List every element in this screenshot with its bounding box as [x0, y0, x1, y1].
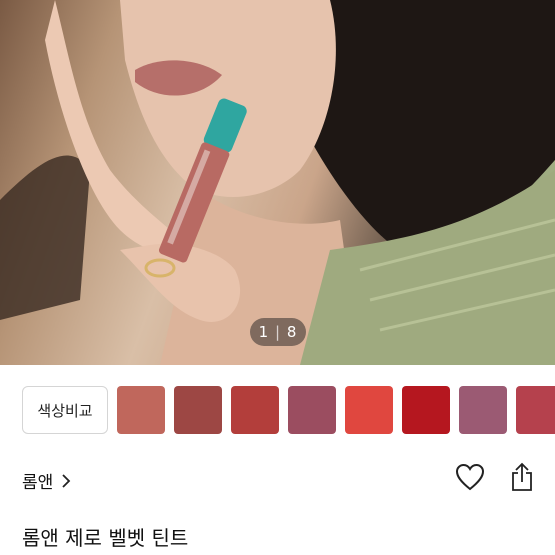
product-title: 롬앤 제로 벨벳 틴트 [22, 526, 189, 550]
color-swatch-4[interactable] [288, 386, 336, 434]
color-swatch-row: 색상비교 [22, 386, 555, 438]
color-swatch-3[interactable] [231, 386, 279, 434]
product-image-gallery[interactable]: 1 | 8 [0, 0, 555, 365]
product-photo [0, 0, 555, 365]
color-swatch-5[interactable] [345, 386, 393, 434]
action-icons [455, 462, 533, 492]
pager-current: 1 [258, 323, 270, 341]
color-swatch-1[interactable] [117, 386, 165, 434]
chevron-right-icon [62, 473, 71, 488]
color-swatch-6[interactable] [402, 386, 450, 434]
heart-icon[interactable] [455, 463, 485, 491]
color-swatch-2[interactable] [174, 386, 222, 434]
brand-link[interactable]: 롬앤 [22, 468, 71, 493]
color-swatch-8[interactable] [516, 386, 555, 434]
share-icon[interactable] [511, 462, 533, 492]
brand-name: 롬앤 [22, 473, 54, 493]
pager-separator: | [274, 323, 282, 341]
color-swatch-7[interactable] [459, 386, 507, 434]
gallery-page-indicator: 1 | 8 [250, 318, 306, 346]
pager-total: 8 [286, 323, 298, 341]
color-compare-button[interactable]: 색상비교 [22, 386, 108, 434]
